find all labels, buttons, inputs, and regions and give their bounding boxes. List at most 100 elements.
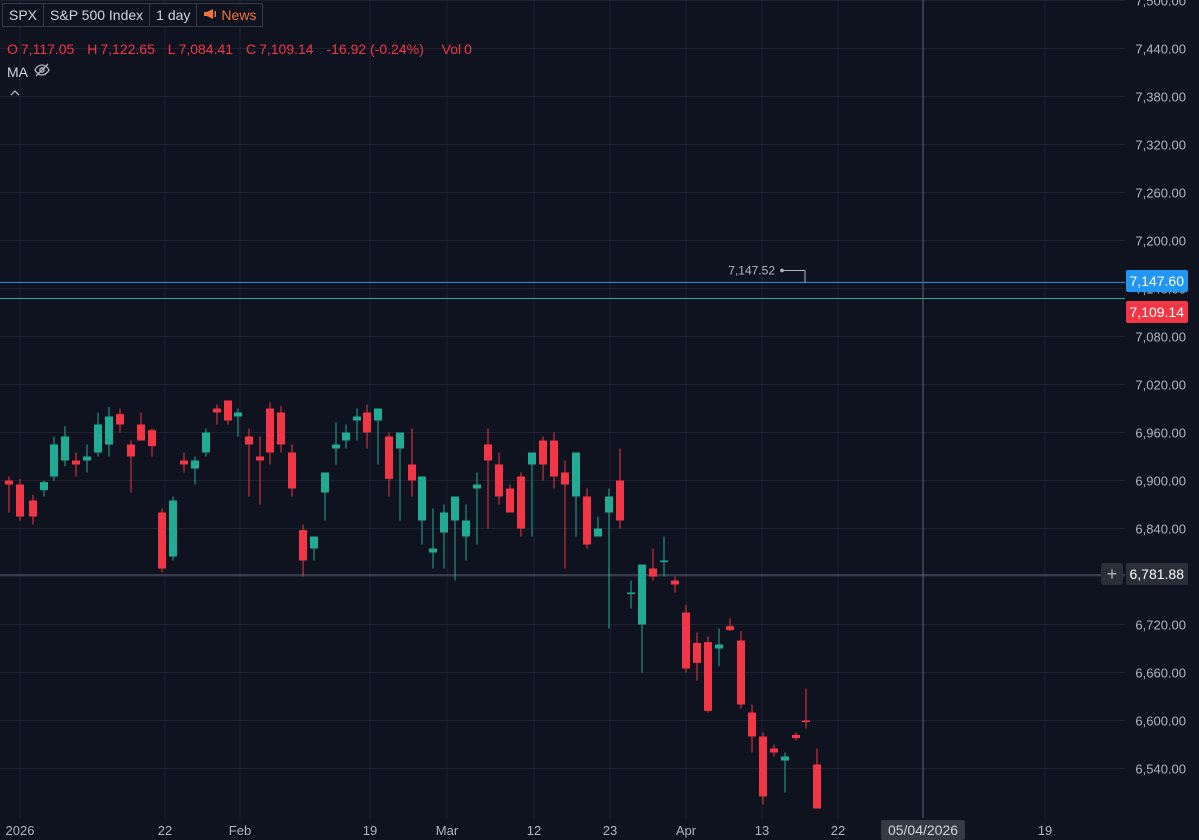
high-marker-leader xyxy=(782,269,806,283)
eye-hidden-icon[interactable] xyxy=(34,63,50,80)
candle-body xyxy=(748,712,756,737)
candle-body xyxy=(770,748,778,753)
y-tick-label: 7,440.00 xyxy=(1135,42,1186,57)
candle-body xyxy=(572,452,580,497)
candle-body xyxy=(385,436,393,479)
candle-body xyxy=(429,548,437,553)
volume-label: Vol xyxy=(441,41,462,57)
candle-body xyxy=(61,436,69,461)
candle-body xyxy=(202,432,210,453)
candle-body xyxy=(277,412,285,445)
candle-body xyxy=(704,642,712,711)
candle-body xyxy=(180,460,188,465)
low-value: 7,084.41 xyxy=(178,41,234,57)
candle-body xyxy=(94,424,102,453)
x-tick-label: Mar xyxy=(436,823,459,838)
ohlc-legend: O 7,117.05 H 7,122.65 L 7,084.41 C 7,109.14 … xyxy=(7,41,481,57)
candle-body xyxy=(16,484,24,517)
candle-body xyxy=(40,482,48,491)
y-tick-label: 7,380.00 xyxy=(1135,90,1186,105)
candle-body xyxy=(29,500,37,517)
candle-body xyxy=(462,520,470,537)
y-tick-label: 6,900.00 xyxy=(1135,474,1186,489)
alert-price-tag[interactable]: 7,147.60 xyxy=(1125,270,1188,292)
high-value: 7,122.65 xyxy=(100,41,155,57)
close-value: 7,109.14 xyxy=(259,41,314,57)
candle-body xyxy=(528,452,536,465)
price-chart[interactable]: 6,540.006,600.006,660.006,720.006,780.00… xyxy=(0,0,1199,838)
crosshair-price-tag: 6,781.88 xyxy=(1125,563,1188,585)
high-marker-label: 7,147.52 xyxy=(728,263,775,277)
candle-body xyxy=(224,400,232,421)
candle-body xyxy=(638,564,646,625)
candle-body xyxy=(353,416,361,421)
y-tick-label: 6,840.00 xyxy=(1135,522,1186,537)
y-tick-label: 6,960.00 xyxy=(1135,426,1186,441)
x-tick-label: 19 xyxy=(1038,823,1052,838)
candle-body xyxy=(396,432,404,449)
candle-body xyxy=(440,512,448,533)
y-tick-label: 6,540.00 xyxy=(1135,762,1186,777)
candle-body xyxy=(342,432,350,441)
high-marker-dot xyxy=(780,268,784,273)
candle-body xyxy=(682,612,690,669)
candle-body xyxy=(137,424,145,441)
interval-button[interactable]: 1 day xyxy=(150,3,198,27)
candle-body xyxy=(299,530,307,561)
candle-body xyxy=(813,764,821,809)
candle-body xyxy=(561,472,569,485)
candle-body xyxy=(363,412,371,433)
collapse-legend-icon[interactable] xyxy=(10,86,20,100)
candle-body xyxy=(616,480,624,521)
candle-body xyxy=(332,444,340,449)
x-tick-label: Feb xyxy=(229,823,251,838)
candle-body xyxy=(550,440,558,477)
candle-body xyxy=(802,720,810,723)
candle-body xyxy=(191,460,199,469)
candle-body xyxy=(539,440,547,465)
candle-body xyxy=(83,456,91,461)
candle-body xyxy=(310,536,318,549)
candle-body xyxy=(715,644,723,649)
news-button[interactable]: News xyxy=(197,3,264,27)
x-tick-label: 12 xyxy=(527,823,541,838)
candle-body xyxy=(759,736,767,797)
candle-body xyxy=(792,734,800,739)
open-value: 7,117.05 xyxy=(20,41,75,57)
symbol-ticker[interactable]: SPX xyxy=(2,3,45,27)
add-plus-button[interactable]: + xyxy=(1101,563,1123,585)
candle-body xyxy=(321,472,329,493)
candle-body xyxy=(627,592,635,594)
crosshair-date-tag: 05/04/2026 xyxy=(881,820,965,840)
y-tick-label: 7,260.00 xyxy=(1135,186,1186,201)
change-value: -16.92 (-0.24%) xyxy=(326,41,424,57)
candle-body xyxy=(594,528,602,537)
candle-body xyxy=(671,580,679,585)
candle-body xyxy=(693,642,701,663)
x-tick-label: 13 xyxy=(755,823,769,838)
y-tick-label: 7,200.00 xyxy=(1135,234,1186,249)
candle-body xyxy=(473,484,481,489)
x-tick-label: 2026 xyxy=(6,823,35,838)
y-tick-label: 7,500.00 xyxy=(1135,0,1186,9)
symbol-name[interactable]: S&P 500 Index xyxy=(44,3,151,27)
candle-body xyxy=(169,500,177,557)
candle-body xyxy=(72,460,80,465)
x-tick-label: 22 xyxy=(158,823,172,838)
candle-body xyxy=(256,456,264,461)
ma-indicator-legend[interactable]: MA xyxy=(7,63,50,80)
candle-body xyxy=(213,408,221,413)
y-tick-label: 6,660.00 xyxy=(1135,666,1186,681)
y-tick-label: 6,720.00 xyxy=(1135,618,1186,633)
x-tick-label: 23 xyxy=(603,823,617,838)
x-tick-label: 19 xyxy=(363,823,377,838)
candle-body xyxy=(506,488,514,513)
candle-body xyxy=(245,436,253,445)
close-label: C xyxy=(245,41,257,57)
candle-body xyxy=(583,496,591,545)
candle-body xyxy=(158,512,166,569)
candle-body xyxy=(451,496,459,521)
candle-body xyxy=(288,452,296,489)
candle-body xyxy=(726,626,734,631)
y-tick-label: 7,080.00 xyxy=(1135,330,1186,345)
